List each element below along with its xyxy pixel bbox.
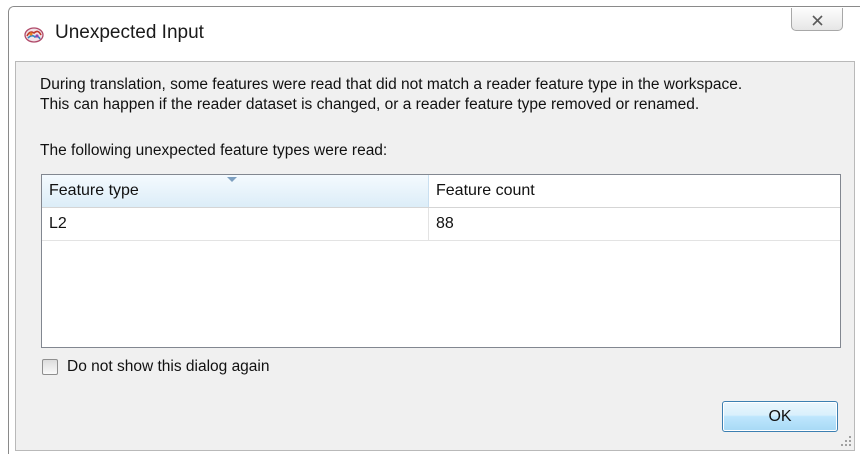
message-line-2: This can happen if the reader dataset is…	[40, 96, 700, 113]
app-logo-icon	[23, 24, 45, 46]
resize-grip-icon[interactable]	[840, 434, 852, 446]
dialog-body: During translation, some features were r…	[15, 61, 855, 451]
column-header-feature-type-label: Feature type	[49, 182, 139, 199]
dialog-title: Unexpected Input	[55, 22, 204, 43]
close-button[interactable]	[791, 8, 843, 31]
column-header-feature-type[interactable]: Feature type	[42, 175, 429, 207]
column-header-feature-count[interactable]: Feature count	[429, 175, 840, 207]
feature-count-cell: 88	[436, 215, 454, 232]
dont-show-again-label[interactable]: Do not show this dialog again	[67, 358, 270, 376]
sort-arrow-icon	[227, 177, 237, 182]
column-header-feature-count-label: Feature count	[436, 182, 535, 199]
feature-type-list[interactable]: Feature type Feature count L2 88	[41, 174, 841, 348]
ok-button[interactable]: OK	[722, 401, 838, 432]
message-line-1: During translation, some features were r…	[40, 76, 743, 93]
table-row[interactable]: L2 88	[42, 208, 840, 241]
feature-type-cell: L2	[42, 208, 429, 240]
close-icon	[811, 13, 824, 26]
dialog-window: Unexpected Input During translation, som…	[8, 6, 860, 454]
list-header: Feature type Feature count	[42, 175, 840, 208]
dont-show-again-checkbox[interactable]	[42, 359, 58, 375]
list-intro: The following unexpected feature types w…	[40, 142, 388, 159]
title-bar[interactable]: Unexpected Input	[9, 7, 860, 61]
